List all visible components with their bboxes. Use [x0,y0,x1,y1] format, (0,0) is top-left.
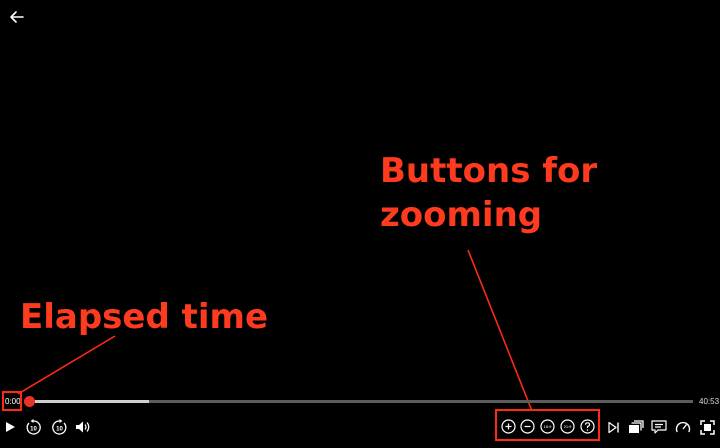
play-button[interactable] [2,416,18,438]
volume-button[interactable] [74,416,92,438]
zoom-help-icon [580,419,595,434]
play-icon [6,422,15,432]
zoom-fill-icon: 21:9 [560,419,575,434]
zoom-fit-icon: 16:9 [540,419,555,434]
zoom-fill-button[interactable]: 21:9 [560,419,575,434]
zoom-annotation-line [467,249,533,412]
episodes-button[interactable] [627,416,645,438]
fullscreen-icon [699,419,715,435]
fullscreen-button[interactable] [698,416,716,438]
zoom-fit-button[interactable]: 16:9 [540,419,555,434]
total-duration: 40:53 [699,397,720,406]
progress-scrubber[interactable] [24,396,35,407]
forward-10-icon: 10 [51,418,66,435]
zoom-in-icon [501,419,516,434]
episodes-icon [629,420,644,433]
rewind-10-button[interactable]: 10 [24,416,42,438]
progress-bar[interactable] [24,396,693,407]
zoom-in-button[interactable] [501,419,516,434]
annotation-lines [17,249,533,412]
subtitles-icon [651,420,667,434]
svg-text:10: 10 [30,426,37,432]
zoom-help-button[interactable] [580,419,595,434]
svg-text:10: 10 [56,426,63,432]
rewind-10-icon: 10 [26,418,41,435]
elapsed-annotation-line [17,335,116,395]
zoom-fill-label: 21:9 [564,424,573,429]
subtitles-button[interactable] [650,416,668,438]
elapsed-time-highlight [2,391,22,411]
zoom-out-icon [520,419,535,434]
speed-icon [675,421,691,433]
next-episode-button[interactable] [605,416,621,438]
progress-buffered [29,400,149,403]
next-episode-icon [607,421,619,433]
forward-10-button[interactable]: 10 [50,416,68,438]
zoom-fit-label: 16:9 [544,424,553,429]
volume-icon [76,421,90,433]
zoom-out-button[interactable] [520,419,535,434]
playback-speed-button[interactable] [674,416,692,438]
